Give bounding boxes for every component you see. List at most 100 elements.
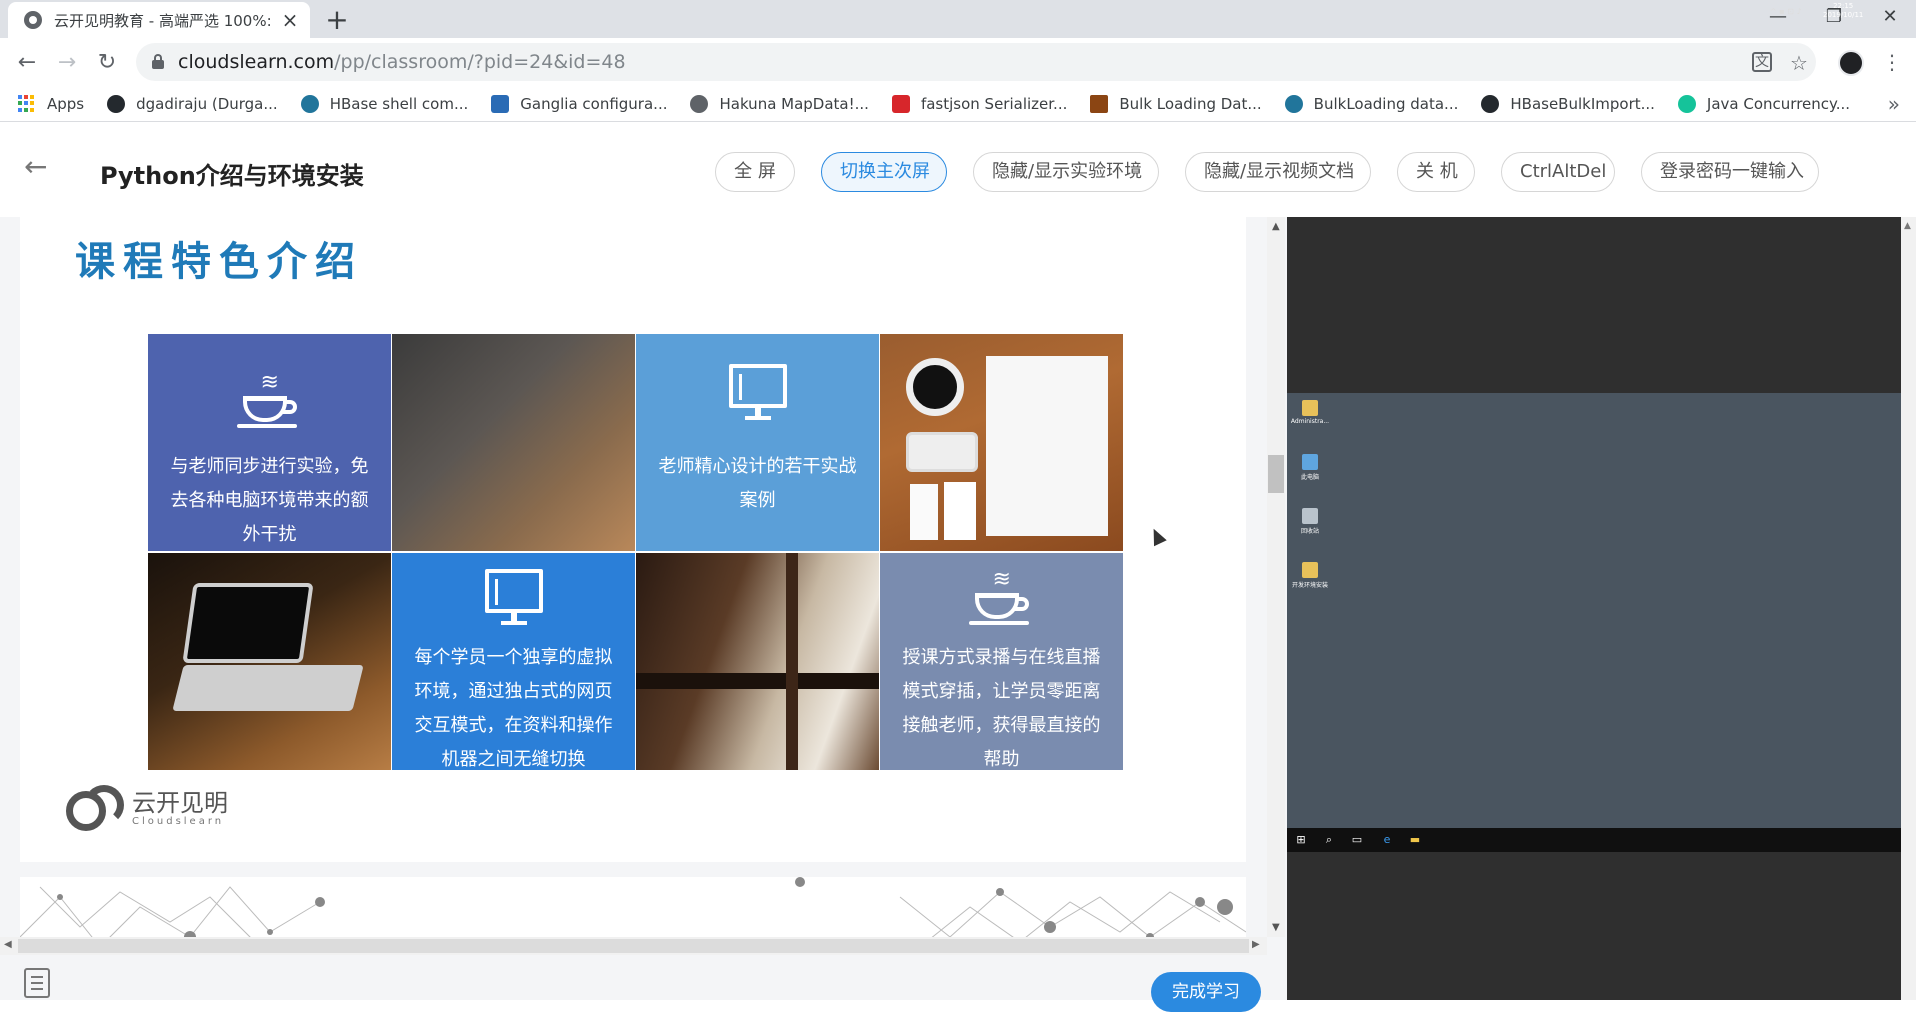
- macbook-photo: [148, 553, 391, 770]
- feature-tile: 每个学员一个独享的虚拟环境，通过独占式的网页交互模式，在资料和操作机器之间无缝切…: [392, 553, 635, 770]
- bookmark-apps[interactable]: Apps: [18, 94, 84, 113]
- apps-icon: [18, 94, 36, 113]
- laptop-keyboard: [172, 665, 364, 711]
- url-text[interactable]: cloudslearn.com/pp/classroom/?pid=24&id=…: [178, 51, 626, 73]
- github-icon: [107, 94, 126, 113]
- coffee-cup-icon: ≋: [968, 569, 1035, 629]
- back-arrow-icon[interactable]: ←: [24, 152, 47, 182]
- monitor-icon: [484, 569, 543, 627]
- desktop-icon-this-pc[interactable]: 此电脑: [1287, 454, 1333, 481]
- reload-button[interactable]: ↻: [94, 50, 120, 76]
- file-explorer-icon[interactable]: ▬: [1409, 834, 1421, 846]
- url-path: /pp/classroom/?pid=24&id=48: [334, 51, 626, 73]
- bookmark-item[interactable]: fastjson Serializer...: [891, 94, 1068, 113]
- folder-icon: [1302, 400, 1318, 416]
- bookmark-item[interactable]: Bulk Loading Dat...: [1090, 94, 1262, 113]
- ganglia-icon: [491, 94, 510, 113]
- desktop-icon-admin[interactable]: Administra...: [1287, 400, 1333, 425]
- switch-screen-button[interactable]: 切换主次屏: [821, 152, 947, 192]
- feature-tile: 老师精心设计的若干实战案例: [636, 334, 879, 551]
- bookmark-item[interactable]: dgadiraju (Durga...: [107, 94, 278, 113]
- bookmark-item[interactable]: BulkLoading data...: [1284, 94, 1458, 113]
- bookmark-item[interactable]: HBaseBulkImport...: [1481, 94, 1655, 113]
- laptop-screen: [182, 583, 314, 663]
- close-window-button[interactable]: ✕: [1862, 0, 1916, 34]
- tab-close-icon[interactable]: ×: [280, 10, 300, 30]
- desktop-icon-label: 开发环境安装: [1291, 582, 1328, 589]
- bookmark-item[interactable]: Java Concurrency...: [1677, 94, 1851, 113]
- coffee-cup: [906, 358, 964, 416]
- classroom-header: ← Python介绍与环境安装 全 屏 切换主次屏 隐藏/显示实验环境 隐藏/显…: [0, 122, 1916, 217]
- desktop-icon-recycle-bin[interactable]: 回收站: [1287, 508, 1333, 535]
- slide-heading: 课程特色介绍: [75, 238, 363, 285]
- bookmark-item[interactable]: Hakuna MapData!...: [690, 94, 869, 113]
- globe-icon: [24, 11, 42, 29]
- auto-password-button[interactable]: 登录密码一键输入: [1641, 152, 1819, 192]
- bookmark-label: Java Concurrency...: [1706, 94, 1851, 113]
- toggle-video-doc-button[interactable]: 隐藏/显示视频文档: [1185, 152, 1371, 192]
- remote-pane-scrollbar[interactable]: ▲: [1901, 217, 1916, 1000]
- toggle-lab-env-button[interactable]: 隐藏/显示实验环境: [973, 152, 1159, 192]
- cloud-logo-icon: [62, 783, 126, 833]
- coffee-cup-icon: ≋: [236, 372, 303, 432]
- bookmark-label: fastjson Serializer...: [920, 94, 1068, 113]
- grammarly-icon: [1677, 94, 1696, 113]
- minimize-button[interactable]: —: [1750, 0, 1806, 34]
- feature-tile: ≋ 与老师同步进行实验，免去各种电脑环境带来的额外干扰: [148, 334, 391, 551]
- back-button[interactable]: ←: [14, 50, 40, 76]
- document-icon[interactable]: [24, 968, 50, 998]
- finish-learning-button[interactable]: 完成学习: [1151, 972, 1261, 1012]
- card: [910, 484, 938, 540]
- scroll-down-icon[interactable]: ▼: [1272, 922, 1280, 933]
- wordpress-icon: [1284, 94, 1303, 113]
- bookmark-label: HBase shell com...: [329, 94, 469, 113]
- scroll-right-icon[interactable]: ▶: [1252, 939, 1260, 950]
- bookmark-star-icon[interactable]: ☆: [1788, 52, 1810, 74]
- browser-menu-icon[interactable]: ⋮: [1882, 50, 1902, 74]
- browser-tab-bar: 云开见明教育 - 高端严选 100%: × + — ❐ ✕: [0, 0, 1916, 38]
- scroll-up-icon[interactable]: ▲: [1904, 221, 1911, 231]
- windows-start-icon[interactable]: ⊞: [1295, 834, 1307, 846]
- feature-grid: ≋ 与老师同步进行实验，免去各种电脑环境带来的额外干扰 老师精心设计的若干实战案…: [148, 334, 1124, 770]
- bookmark-label: Ganglia configura...: [520, 94, 668, 113]
- scrollbar-thumb[interactable]: [1268, 455, 1284, 493]
- computer-icon: [1302, 454, 1318, 470]
- address-bar[interactable]: cloudslearn.com/pp/classroom/?pid=24&id=…: [136, 43, 1816, 81]
- bookmarks-overflow-icon[interactable]: »: [1888, 92, 1900, 116]
- new-tab-button[interactable]: +: [322, 5, 352, 35]
- feature-text: 授课方式录播与在线直播模式穿插，让学员零距离接触老师，获得最直接的帮助: [902, 647, 1101, 770]
- shutdown-button[interactable]: 关 机: [1397, 152, 1475, 192]
- ie-browser-icon[interactable]: e: [1381, 834, 1393, 846]
- forward-button[interactable]: →: [54, 50, 80, 76]
- url-host: cloudslearn.com: [178, 51, 335, 73]
- feature-text: 每个学员一个独享的虚拟环境，通过独占式的网页交互模式，在资料和操作机器之间无缝切…: [414, 647, 613, 770]
- ctrl-alt-del-button[interactable]: CtrlAltDel: [1501, 152, 1615, 192]
- scrollbar-thumb[interactable]: [18, 939, 1249, 953]
- content-horizontal-scrollbar[interactable]: ◀ ▶: [0, 937, 1267, 955]
- bookmarks-bar: Apps dgadiraju (Durga... HBase shell com…: [0, 86, 1916, 122]
- profile-avatar[interactable]: [1838, 50, 1864, 76]
- browser-toolbar: ← → ↻ cloudslearn.com/pp/classroom/?pid=…: [0, 38, 1916, 86]
- wordpress-icon: [300, 94, 319, 113]
- course-content-pane[interactable]: 课程特色介绍 ≋ 与老师同步进行实验，免去各种电脑环境带来的额外干扰 老师精心设…: [0, 217, 1285, 1000]
- search-icon[interactable]: ⌕: [1323, 834, 1335, 846]
- fullscreen-button[interactable]: 全 屏: [715, 152, 795, 192]
- lock-icon: [152, 54, 164, 69]
- content-vertical-scrollbar[interactable]: ▲ ▼: [1267, 217, 1285, 937]
- clock-date: 2019/10/11: [1823, 11, 1864, 19]
- system-tray-icons[interactable]: ^ ▪ ⊡ ♪: [1770, 7, 1802, 16]
- scroll-left-icon[interactable]: ◀: [4, 939, 12, 950]
- brand-name-en: Cloudslearn: [132, 815, 225, 827]
- translate-icon[interactable]: 文: [1752, 52, 1772, 72]
- table-top: [636, 673, 879, 689]
- bookmark-item[interactable]: Ganglia configura...: [491, 94, 668, 113]
- feature-text: 与老师同步进行实验，免去各种电脑环境带来的额外干扰: [170, 456, 369, 545]
- task-view-icon[interactable]: ▭: [1351, 834, 1363, 846]
- bookmark-item[interactable]: HBase shell com...: [300, 94, 469, 113]
- scroll-up-icon[interactable]: ▲: [1272, 221, 1280, 232]
- remote-desktop-screen[interactable]: [1287, 393, 1901, 828]
- desktop-icon-dev-setup[interactable]: 开发环境安装: [1287, 562, 1333, 589]
- bookmark-label: dgadiraju (Durga...: [136, 94, 278, 113]
- browser-tab[interactable]: 云开见明教育 - 高端严选 100%: ×: [8, 2, 310, 38]
- bookmark-label: Hakuna MapData!...: [719, 94, 869, 113]
